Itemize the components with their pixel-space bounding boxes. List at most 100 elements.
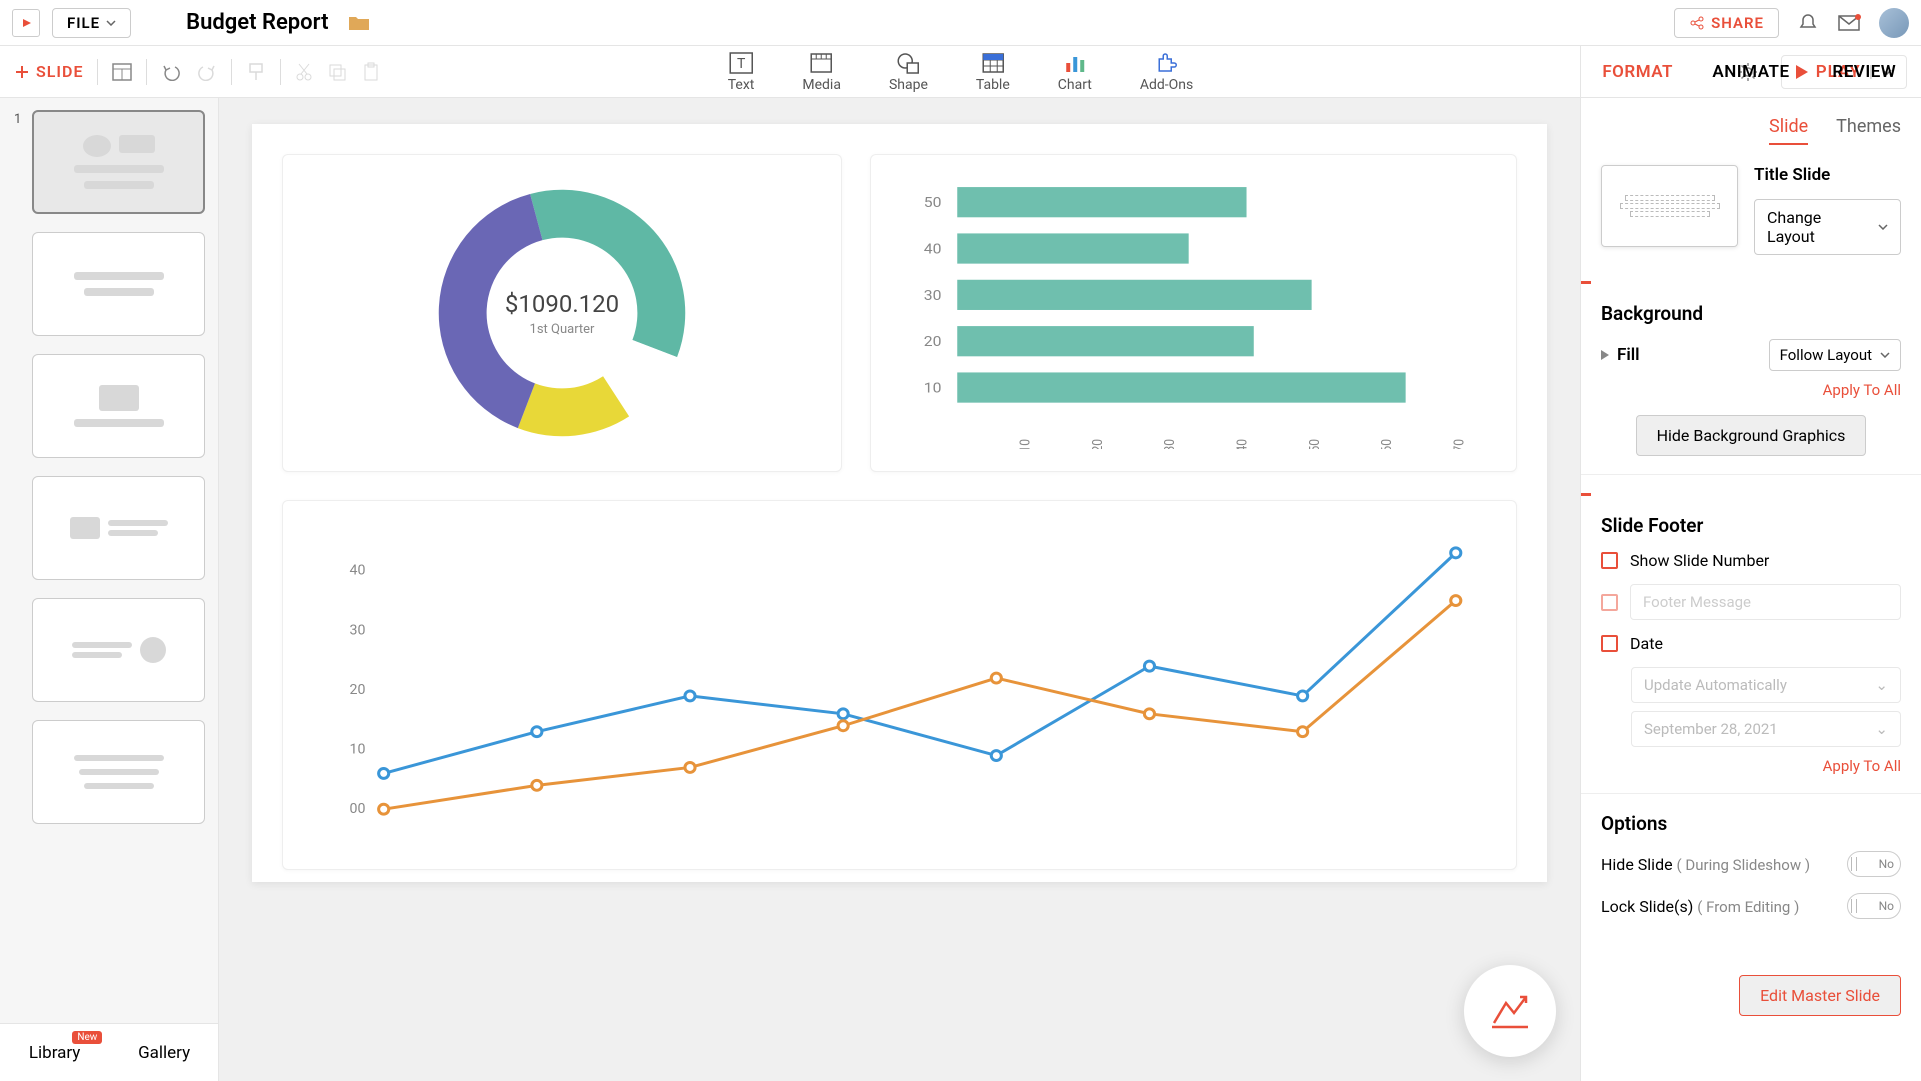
media-icon (809, 51, 835, 75)
svg-text:50: 50 (924, 194, 942, 211)
slide-thumb-3[interactable] (32, 354, 205, 458)
layout-title: Title Slide (1754, 165, 1901, 185)
fill-label: Fill (1617, 345, 1640, 365)
lock-slides-toggle[interactable]: No (1847, 893, 1901, 919)
footer-title: Slide Footer (1601, 514, 1901, 537)
svg-text:30: 30 (1163, 439, 1179, 449)
gallery-tab[interactable]: Gallery (138, 1043, 190, 1063)
slide-thumb-2[interactable] (32, 232, 205, 336)
svg-text:30: 30 (350, 622, 366, 638)
date-value-select[interactable]: September 28, 2021⌄ (1631, 711, 1901, 747)
chevron-down-icon (1878, 224, 1888, 230)
insert-tools: T Text Media Shape Table Chart Add-Ons (728, 51, 1194, 93)
slide-number: 1 (14, 112, 21, 127)
hide-slide-toggle[interactable]: No (1847, 851, 1901, 877)
plus-icon (14, 64, 30, 80)
chevron-down-icon (1880, 352, 1890, 358)
donut-chart[interactable]: $1090.120 1st Quarter (282, 154, 842, 472)
svg-text:10: 10 (924, 379, 942, 396)
insert-table-button[interactable]: Table (976, 51, 1010, 93)
app-logo[interactable] (12, 9, 40, 37)
mountain-icon (1488, 989, 1532, 1033)
subtab-themes[interactable]: Themes (1836, 116, 1901, 145)
apply-all-bg[interactable]: Apply To All (1601, 381, 1901, 399)
footer-message-input[interactable]: Footer Message (1630, 584, 1901, 620)
svg-text:40: 40 (350, 563, 366, 579)
apply-all-footer[interactable]: Apply To All (1601, 757, 1901, 775)
undo-icon[interactable] (161, 63, 181, 81)
subtab-slide[interactable]: Slide (1769, 116, 1808, 145)
bell-icon[interactable] (1797, 12, 1819, 34)
addons-icon (1154, 51, 1180, 75)
new-badge: New (72, 1031, 102, 1044)
show-slide-number-label: Show Slide Number (1630, 551, 1769, 570)
bar-chart[interactable]: 504030201010203040506070 (870, 154, 1517, 472)
format-painter-icon[interactable] (246, 62, 266, 82)
svg-text:20: 20 (924, 333, 942, 350)
svg-text:00: 00 (350, 801, 366, 817)
layout-preview[interactable] (1601, 165, 1738, 247)
svg-text:40: 40 (924, 240, 942, 257)
lock-slides-label: Lock Slide(s) (1601, 897, 1693, 916)
paste-icon[interactable] (361, 62, 381, 82)
table-icon (980, 51, 1006, 75)
folder-icon[interactable] (348, 14, 370, 32)
mail-icon[interactable] (1837, 13, 1861, 33)
cut-icon[interactable] (295, 62, 313, 82)
fill-select[interactable]: Follow Layout (1769, 339, 1901, 371)
chart-icon (1062, 51, 1088, 75)
tab-review[interactable]: REVIEW (1808, 46, 1921, 97)
file-label: FILE (67, 14, 100, 32)
insert-text-button[interactable]: T Text (728, 51, 755, 93)
slide-canvas[interactable]: $1090.120 1st Quarter 50 40 30 20 10 10 20 30 40… (252, 124, 1547, 882)
share-button[interactable]: SHARE (1674, 8, 1779, 38)
new-slide-button[interactable]: SLIDE (14, 62, 83, 81)
share-label: SHARE (1711, 14, 1764, 32)
format-panel: Slide Themes Title Slide Change Layout B… (1580, 98, 1921, 1081)
insert-shape-button[interactable]: Shape (889, 51, 928, 93)
header: FILE Budget Report SHARE (0, 0, 1921, 46)
file-menu-button[interactable]: FILE (52, 8, 131, 38)
layout-icon[interactable] (112, 63, 132, 81)
fab-insights[interactable] (1464, 965, 1556, 1057)
change-layout-button[interactable]: Change Layout (1754, 199, 1901, 255)
date-checkbox[interactable] (1601, 635, 1618, 652)
hide-background-button[interactable]: Hide Background Graphics (1636, 415, 1867, 456)
options-title: Options (1601, 812, 1901, 835)
tab-animate[interactable]: ANIMATE (1694, 46, 1807, 97)
footer-message-checkbox[interactable] (1601, 594, 1618, 611)
shape-icon (895, 51, 921, 75)
user-avatar[interactable] (1879, 8, 1909, 38)
svg-text:20: 20 (350, 682, 366, 698)
tab-format[interactable]: FORMAT (1581, 46, 1694, 97)
date-mode-select[interactable]: Update Automatically⌄ (1631, 667, 1901, 703)
date-label: Date (1630, 634, 1663, 653)
document-title[interactable]: Budget Report (186, 10, 328, 35)
slides-bottom-tabs: Library New Gallery (0, 1023, 219, 1081)
share-icon (1689, 15, 1705, 31)
redo-icon[interactable] (197, 63, 217, 81)
svg-text:20: 20 (1090, 439, 1106, 449)
slide-label: SLIDE (36, 62, 83, 81)
background-title: Background (1601, 302, 1901, 325)
copy-icon[interactable] (327, 62, 347, 82)
slide-thumb-1[interactable] (32, 110, 205, 214)
svg-text:40: 40 (1235, 439, 1251, 449)
insert-chart-button[interactable]: Chart (1058, 51, 1092, 93)
slide-thumb-5[interactable] (32, 598, 205, 702)
hide-slide-label: Hide Slide (1601, 855, 1673, 874)
insert-media-button[interactable]: Media (802, 51, 841, 93)
svg-text:30: 30 (924, 287, 942, 304)
canvas-area: $1090.120 1st Quarter 50 40 30 20 10 10 20 30 40… (219, 98, 1580, 1081)
library-tab[interactable]: Library New (29, 1043, 80, 1063)
text-icon: T (728, 51, 754, 75)
svg-text:10: 10 (350, 742, 366, 758)
line-chart[interactable]: 00 10 20 30 40 (282, 500, 1517, 870)
caret-right-icon[interactable] (1601, 350, 1609, 360)
insert-addons-button[interactable]: Add-Ons (1140, 51, 1193, 93)
slide-thumb-4[interactable] (32, 476, 205, 580)
donut-center-value: $1090.120 (505, 290, 619, 318)
show-slide-number-checkbox[interactable] (1601, 552, 1618, 569)
slide-thumb-6[interactable] (32, 720, 205, 824)
edit-master-button[interactable]: Edit Master Slide (1739, 975, 1901, 1016)
